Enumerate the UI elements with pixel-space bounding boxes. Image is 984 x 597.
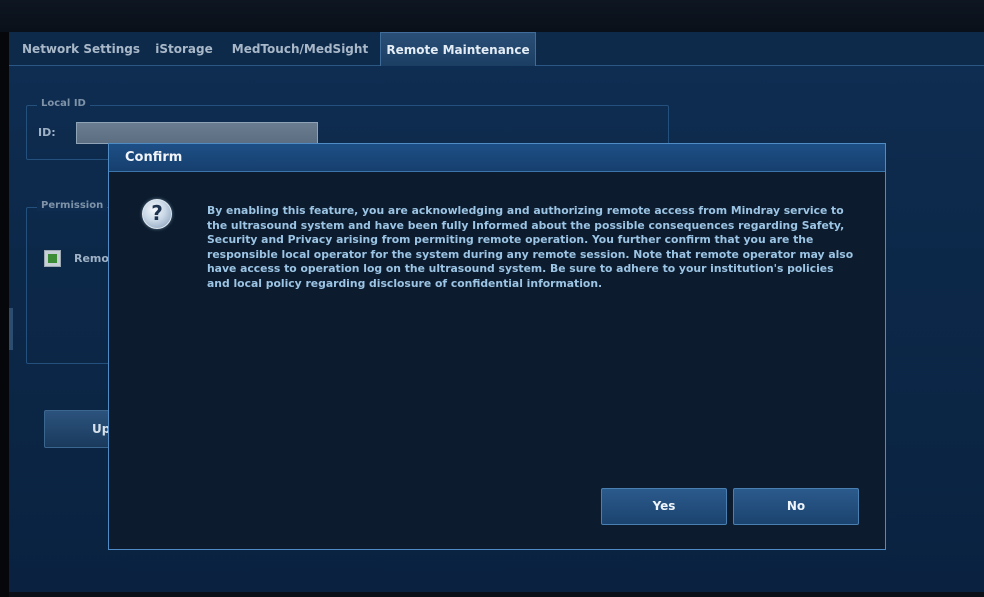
dialog-message: By enabling this feature, you are acknow… [207,204,854,290]
remote-permission-checkbox[interactable] [44,250,61,267]
permission-legend: Permission [37,200,108,211]
yes-button[interactable]: Yes [601,488,727,525]
panel-side-marker [9,308,13,350]
tab-network-settings[interactable]: Network Settings [17,32,145,66]
dialog-titlebar[interactable]: Confirm [109,144,885,172]
tab-medtouch-medsight[interactable]: MedTouch/MedSight [225,32,375,66]
dialog-title: Confirm [125,150,183,165]
question-icon: ? [142,199,172,229]
local-id-legend: Local ID [37,98,90,109]
top-strip [0,0,984,32]
remote-permission-label: Remo [74,252,109,265]
tab-remote-maintenance[interactable]: Remote Maintenance [380,32,536,66]
no-button[interactable]: No [733,488,859,525]
left-edge [0,32,9,597]
id-input[interactable] [76,122,318,144]
confirm-dialog: Confirm ? By enabling this feature, you … [108,143,886,550]
checkbox-check-icon [48,254,57,263]
id-label: ID: [38,126,56,139]
tab-bar: Network Settings iStorage MedTouch/MedSi… [9,32,984,66]
tab-istorage[interactable]: iStorage [151,32,217,66]
screen: Network Settings iStorage MedTouch/MedSi… [0,0,984,597]
